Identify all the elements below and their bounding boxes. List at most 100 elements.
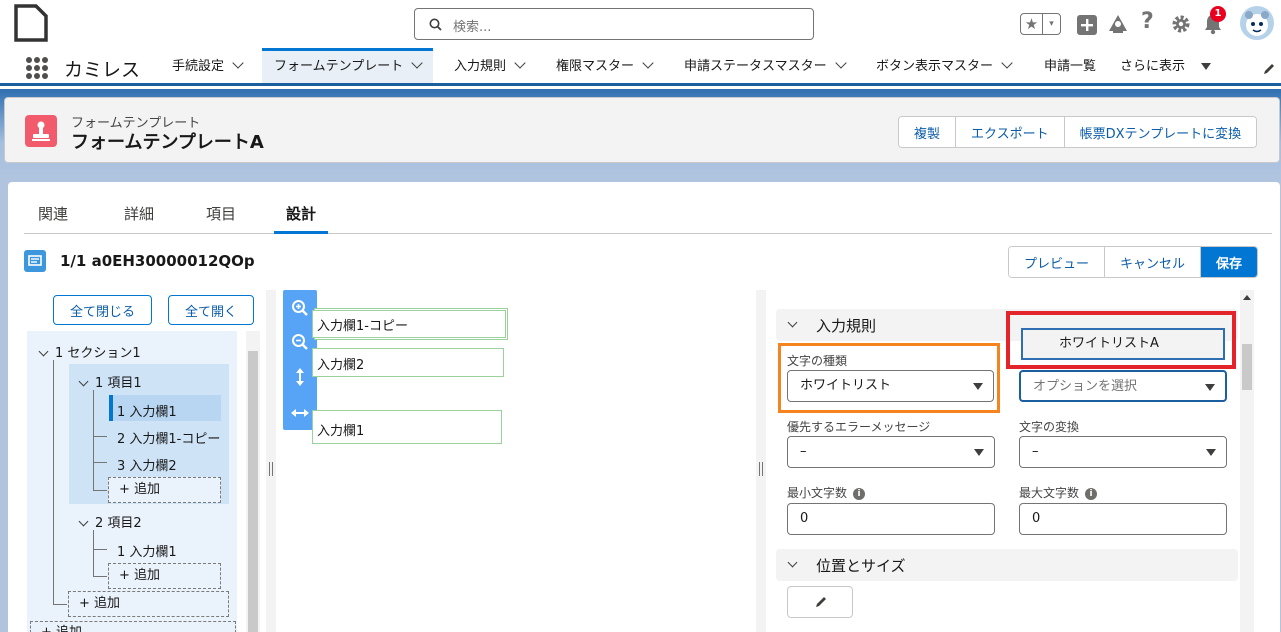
record-title: フォームテンプレートA: [71, 132, 264, 153]
option-select[interactable]: オプションを選択: [1019, 370, 1227, 402]
nav-item-more[interactable]: さらに表示: [1120, 48, 1212, 83]
canvas-field-input1-copy[interactable]: 入力欄1-コピー: [312, 310, 506, 338]
zoom-out-icon[interactable]: [291, 333, 309, 351]
tree-item-2[interactable]: 2 項目2: [78, 512, 142, 531]
chevron-down-icon[interactable]: [787, 557, 798, 568]
nav-item-procedure-settings[interactable]: 手続設定: [172, 48, 244, 83]
char-convert-label: 文字の変換: [1019, 420, 1080, 434]
chevron-down-icon[interactable]: [38, 346, 49, 357]
position-size-section-header[interactable]: 位置とサイズ: [776, 549, 1238, 581]
horizontal-resize-icon[interactable]: [290, 406, 310, 420]
notification-count-badge: 1: [1210, 6, 1226, 22]
add-field-item2-button[interactable]: + 追加: [108, 563, 221, 589]
record-tabs: 関連 詳細 項目 設計: [24, 200, 1272, 234]
canvas-field-input2[interactable]: 入力欄2: [312, 348, 504, 377]
designer-actions: プレビュー キャンセル 保存: [1008, 246, 1259, 278]
global-header: 検索... ★ ▾ ? 1: [0, 0, 1281, 48]
min-chars-input[interactable]: 0: [787, 503, 995, 535]
preview-button[interactable]: プレビュー: [1009, 247, 1106, 277]
caret-down-icon: [1205, 384, 1215, 391]
caret-down-icon: [1206, 449, 1216, 456]
max-chars-input[interactable]: 0: [1019, 503, 1227, 535]
chevron-down-icon[interactable]: [78, 376, 89, 387]
vertical-resize-icon[interactable]: [293, 367, 307, 387]
form-template-object-icon: [25, 115, 57, 147]
chevron-down-icon[interactable]: [232, 57, 244, 69]
document-logo-icon[interactable]: [14, 4, 48, 42]
add-item-button[interactable]: + 追加: [68, 591, 229, 617]
tree-field-1-2[interactable]: 2 入力欄1-コピー: [117, 428, 220, 447]
app-launcher-icon[interactable]: [26, 57, 48, 79]
tree-field-2-1[interactable]: 1 入力欄1: [117, 541, 177, 560]
nav-item-application-status-master[interactable]: 申請ステータスマスター: [684, 48, 847, 83]
tree-section-1[interactable]: 1 セクション1: [38, 342, 141, 361]
export-button[interactable]: エクスポート: [956, 117, 1065, 147]
collapse-all-button[interactable]: 全て閉じる: [53, 295, 152, 325]
zoom-in-icon[interactable]: [291, 299, 309, 317]
chevron-down-icon[interactable]: [642, 57, 654, 69]
nav-item-permission-master[interactable]: 権限マスター: [556, 48, 654, 83]
add-field-item1-button[interactable]: + 追加: [108, 477, 221, 503]
left-splitter[interactable]: [266, 290, 276, 632]
user-avatar[interactable]: [1240, 6, 1274, 40]
caret-down-icon: [974, 449, 984, 456]
tree-field-1-1[interactable]: 1 入力欄1: [117, 401, 177, 420]
chevron-down-icon[interactable]: [1001, 57, 1013, 69]
nav-item-button-display-master[interactable]: ボタン表示マスター: [876, 48, 1013, 83]
canvas-field-input1[interactable]: 入力欄1: [312, 410, 502, 444]
app-navigation-bar: カミレス 手続設定 フォームテンプレート 入力規則 権限マスター 申請ステータス…: [0, 48, 1281, 86]
star-icon: ★: [1021, 14, 1043, 34]
edit-nav-pencil-icon[interactable]: [1262, 62, 1276, 76]
caret-down-icon[interactable]: [1201, 63, 1212, 70]
tab-details[interactable]: 詳細: [112, 200, 166, 234]
astro-avatar-icon: [1240, 6, 1274, 40]
tree-scrollbar[interactable]: [246, 331, 260, 632]
scroll-up-icon[interactable]: [1243, 295, 1251, 300]
min-chars-label: 最小文字数 i: [787, 484, 866, 501]
chevron-down-icon[interactable]: [787, 317, 798, 328]
chevron-down-icon[interactable]: [514, 57, 526, 69]
save-button[interactable]: 保存: [1201, 247, 1258, 277]
add-section-button[interactable]: + 追加: [30, 621, 236, 632]
global-search[interactable]: 検索...: [414, 8, 814, 40]
trailhead-guidance-icon[interactable]: [1107, 13, 1129, 35]
favorites-dropdown-icon[interactable]: ▾: [1043, 14, 1060, 34]
option-item-whitelist-a[interactable]: ホワイトリストA: [1021, 328, 1225, 360]
designer-record-id: 1/1 a0EH30000012QOp: [60, 252, 255, 270]
nav-item-application-list[interactable]: 申請一覧: [1044, 48, 1096, 83]
help-icon[interactable]: ?: [1141, 9, 1154, 34]
app-name: カミレス: [64, 59, 141, 81]
properties-scrollbar[interactable]: [1240, 290, 1254, 632]
search-placeholder: 検索...: [453, 20, 492, 35]
max-chars-label: 最大文字数 i: [1019, 484, 1098, 501]
nav-item-form-templates[interactable]: フォームテンプレート: [262, 48, 434, 83]
record-actions: 複製 エクスポート 帳票DXテンプレートに変換: [898, 116, 1258, 148]
info-icon[interactable]: i: [1085, 488, 1098, 500]
tab-related[interactable]: 関連: [26, 200, 80, 234]
right-splitter[interactable]: [756, 290, 766, 632]
edit-position-button[interactable]: [787, 586, 853, 618]
convert-to-dx-template-button[interactable]: 帳票DXテンプレートに変換: [1064, 117, 1257, 147]
priority-error-select[interactable]: –: [787, 436, 995, 468]
chevron-down-icon[interactable]: [834, 57, 847, 69]
tree-item-1[interactable]: 1 項目1: [78, 372, 142, 391]
tab-design[interactable]: 設計: [274, 200, 329, 234]
tree-field-1-3[interactable]: 3 入力欄2: [117, 455, 177, 474]
setup-gear-icon[interactable]: [1171, 14, 1191, 34]
pencil-icon: [816, 597, 826, 607]
chevron-down-icon[interactable]: [411, 57, 423, 69]
nav-item-input-rules[interactable]: 入力規則: [454, 48, 526, 83]
info-icon[interactable]: i: [853, 488, 866, 500]
char-convert-select[interactable]: –: [1019, 436, 1227, 468]
search-icon: [429, 18, 442, 31]
favorites-button[interactable]: ★ ▾: [1020, 13, 1061, 35]
cancel-button[interactable]: キャンセル: [1105, 247, 1202, 277]
chevron-down-icon[interactable]: [78, 516, 89, 527]
record-detail-icon: [24, 250, 46, 272]
clone-button[interactable]: 複製: [899, 117, 957, 147]
priority-error-label: 優先するエラーメッセージ: [787, 420, 931, 434]
global-create-icon[interactable]: [1076, 14, 1098, 36]
expand-all-button[interactable]: 全て開く: [168, 295, 254, 325]
tab-fields[interactable]: 項目: [194, 200, 248, 234]
char-type-highlight: [778, 343, 1000, 413]
